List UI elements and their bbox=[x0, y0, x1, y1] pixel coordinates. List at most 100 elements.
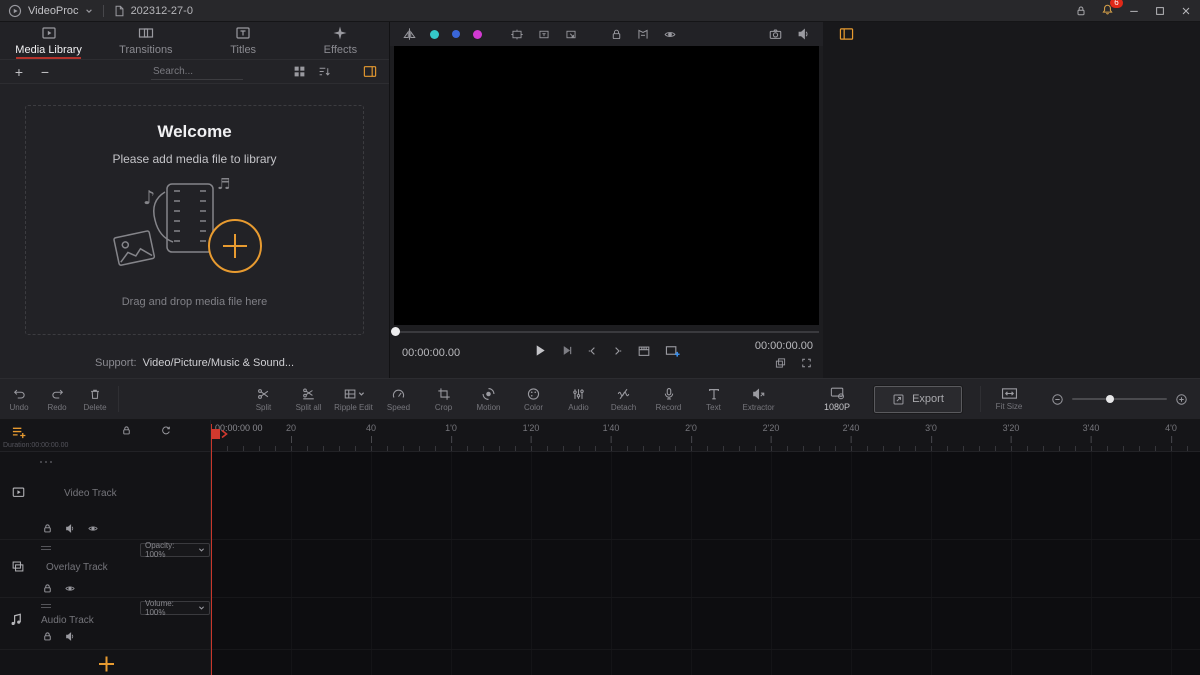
tool-label: Redo bbox=[47, 403, 66, 412]
minimize-button[interactable] bbox=[1128, 5, 1140, 17]
add-track-menu-icon[interactable] bbox=[11, 425, 27, 440]
track-lock-icon[interactable] bbox=[42, 583, 53, 594]
redo-button[interactable]: Redo bbox=[38, 379, 76, 419]
preview-lock-icon[interactable] bbox=[610, 28, 623, 41]
video-track-header[interactable]: Video Track bbox=[0, 452, 211, 540]
track-lock-icon[interactable] bbox=[42, 523, 53, 534]
seek-thumb[interactable] bbox=[391, 327, 400, 336]
playhead-line[interactable] bbox=[211, 424, 212, 675]
loop-icon[interactable] bbox=[160, 425, 172, 436]
close-button[interactable] bbox=[1180, 5, 1192, 17]
tab-titles[interactable]: Titles bbox=[195, 22, 292, 59]
delete-button[interactable]: Delete bbox=[76, 379, 114, 419]
split-all-button[interactable]: Split all bbox=[286, 379, 331, 419]
audio-track-header[interactable]: Volume: 100% Audio Track bbox=[0, 598, 211, 650]
track-drag-handle-icon[interactable] bbox=[41, 602, 51, 610]
track-mute-icon[interactable] bbox=[64, 523, 76, 534]
track-lock-icon[interactable] bbox=[42, 631, 53, 642]
speed-button[interactable]: Speed bbox=[376, 379, 421, 419]
compare-window-icon[interactable] bbox=[774, 357, 787, 369]
maximize-button[interactable] bbox=[1154, 5, 1166, 17]
export-button[interactable]: Export bbox=[874, 386, 962, 413]
track-visibility-icon[interactable] bbox=[87, 523, 99, 534]
sort-icon[interactable] bbox=[318, 65, 331, 78]
snapshot-camera-icon[interactable] bbox=[768, 27, 783, 41]
welcome-subtitle: Please add media file to library bbox=[112, 152, 276, 166]
track-options-icon[interactable] bbox=[40, 461, 52, 463]
seek-track[interactable] bbox=[394, 331, 819, 333]
tab-effects[interactable]: Effects bbox=[292, 22, 389, 59]
timeline-lock-icon[interactable] bbox=[121, 425, 132, 436]
audio-mute-icon[interactable] bbox=[796, 27, 811, 41]
detach-button[interactable]: Detach bbox=[601, 379, 646, 419]
blue-marker-dot[interactable] bbox=[452, 30, 460, 38]
next-frame-button[interactable] bbox=[611, 345, 623, 357]
remove-media-button[interactable]: − bbox=[38, 65, 52, 79]
play-button[interactable] bbox=[532, 343, 547, 358]
overlay-track-lane[interactable] bbox=[211, 540, 1200, 598]
action-safe-icon[interactable] bbox=[510, 28, 524, 41]
panel-toggle-icon[interactable] bbox=[363, 65, 377, 78]
extractor-button[interactable]: Extractor bbox=[736, 379, 781, 419]
add-media-button[interactable]: + bbox=[12, 65, 26, 79]
magenta-marker-dot[interactable] bbox=[473, 30, 482, 39]
project-icon bbox=[114, 5, 125, 17]
undo-button[interactable]: Undo bbox=[0, 379, 38, 419]
svg-text:♬: ♬ bbox=[217, 175, 230, 193]
welcome-dropzone[interactable]: Welcome Please add media file to library bbox=[25, 105, 364, 335]
add-new-track-button[interactable] bbox=[97, 655, 116, 673]
timeline-ruler[interactable]: 00:00:00 00 20401'01'201'402'02'202'403'… bbox=[211, 420, 1200, 452]
tab-media-library[interactable]: Media Library bbox=[0, 22, 97, 59]
snapshot-to-film-icon[interactable] bbox=[636, 344, 651, 358]
mask-icon[interactable] bbox=[636, 28, 650, 41]
audio-button[interactable]: Audio bbox=[556, 379, 601, 419]
text-button[interactable]: Text bbox=[691, 379, 736, 419]
video-track-lane[interactable] bbox=[211, 452, 1200, 540]
add-snapshot-to-media-icon[interactable] bbox=[664, 343, 681, 358]
track-drag-handle-icon[interactable] bbox=[41, 544, 51, 552]
timeline-footer-lane[interactable] bbox=[211, 650, 1200, 675]
right-panel-toggle-icon[interactable] bbox=[839, 27, 854, 41]
zoom-out-icon[interactable] bbox=[1051, 393, 1064, 406]
tab-transitions[interactable]: Transitions bbox=[97, 22, 194, 59]
record-button[interactable]: Record bbox=[646, 379, 691, 419]
app-name[interactable]: VideoProc bbox=[28, 5, 79, 17]
seek-bar[interactable] bbox=[390, 325, 823, 337]
app-menu-chevron-icon[interactable] bbox=[85, 7, 93, 15]
zoom-in-icon[interactable] bbox=[1175, 393, 1188, 406]
overlay-track-header[interactable]: Opacity: 100% Overlay Track bbox=[0, 540, 211, 598]
preview-eye-icon[interactable] bbox=[663, 28, 677, 41]
notifications-button[interactable]: 6 bbox=[1101, 3, 1114, 19]
track-visibility-icon[interactable] bbox=[64, 583, 76, 594]
compare-icon[interactable] bbox=[402, 27, 417, 41]
audio-track-lane[interactable] bbox=[211, 598, 1200, 650]
zoom-slider[interactable] bbox=[1072, 398, 1167, 400]
select-tool-icon[interactable] bbox=[564, 28, 578, 41]
video-preview[interactable] bbox=[394, 46, 819, 325]
fullscreen-icon[interactable] bbox=[800, 357, 813, 369]
redo-icon bbox=[50, 387, 65, 401]
zoom-slider-thumb[interactable] bbox=[1106, 395, 1114, 403]
ripple-edit-button[interactable]: Ripple Edit bbox=[331, 379, 376, 419]
cyan-marker-dot[interactable] bbox=[430, 30, 439, 39]
grid-view-icon[interactable] bbox=[293, 65, 306, 78]
lock-icon[interactable] bbox=[1075, 5, 1087, 17]
color-button[interactable]: Color bbox=[511, 379, 556, 419]
search-input[interactable] bbox=[151, 64, 243, 80]
play-one-frame-button[interactable] bbox=[560, 344, 573, 357]
split-button[interactable]: Split bbox=[241, 379, 286, 419]
crop-button[interactable]: Crop bbox=[421, 379, 466, 419]
fit-size-button[interactable]: Fit Size bbox=[985, 379, 1033, 419]
previous-frame-button[interactable] bbox=[586, 345, 598, 357]
opacity-stepper[interactable]: Opacity: 100% bbox=[140, 543, 210, 557]
fit-size-icon bbox=[1001, 387, 1018, 400]
ruler-tick: 1'0 bbox=[445, 423, 457, 433]
svg-text:♪: ♪ bbox=[143, 187, 155, 209]
ruler-tick: 3'20 bbox=[1003, 423, 1020, 433]
volume-stepper[interactable]: Volume: 100% bbox=[140, 601, 210, 615]
motion-button[interactable]: Motion bbox=[466, 379, 511, 419]
playhead-marker[interactable] bbox=[211, 429, 229, 439]
resolution-button[interactable]: 1080P bbox=[814, 379, 860, 419]
track-mute-icon[interactable] bbox=[64, 631, 76, 642]
title-safe-icon[interactable] bbox=[537, 28, 551, 41]
